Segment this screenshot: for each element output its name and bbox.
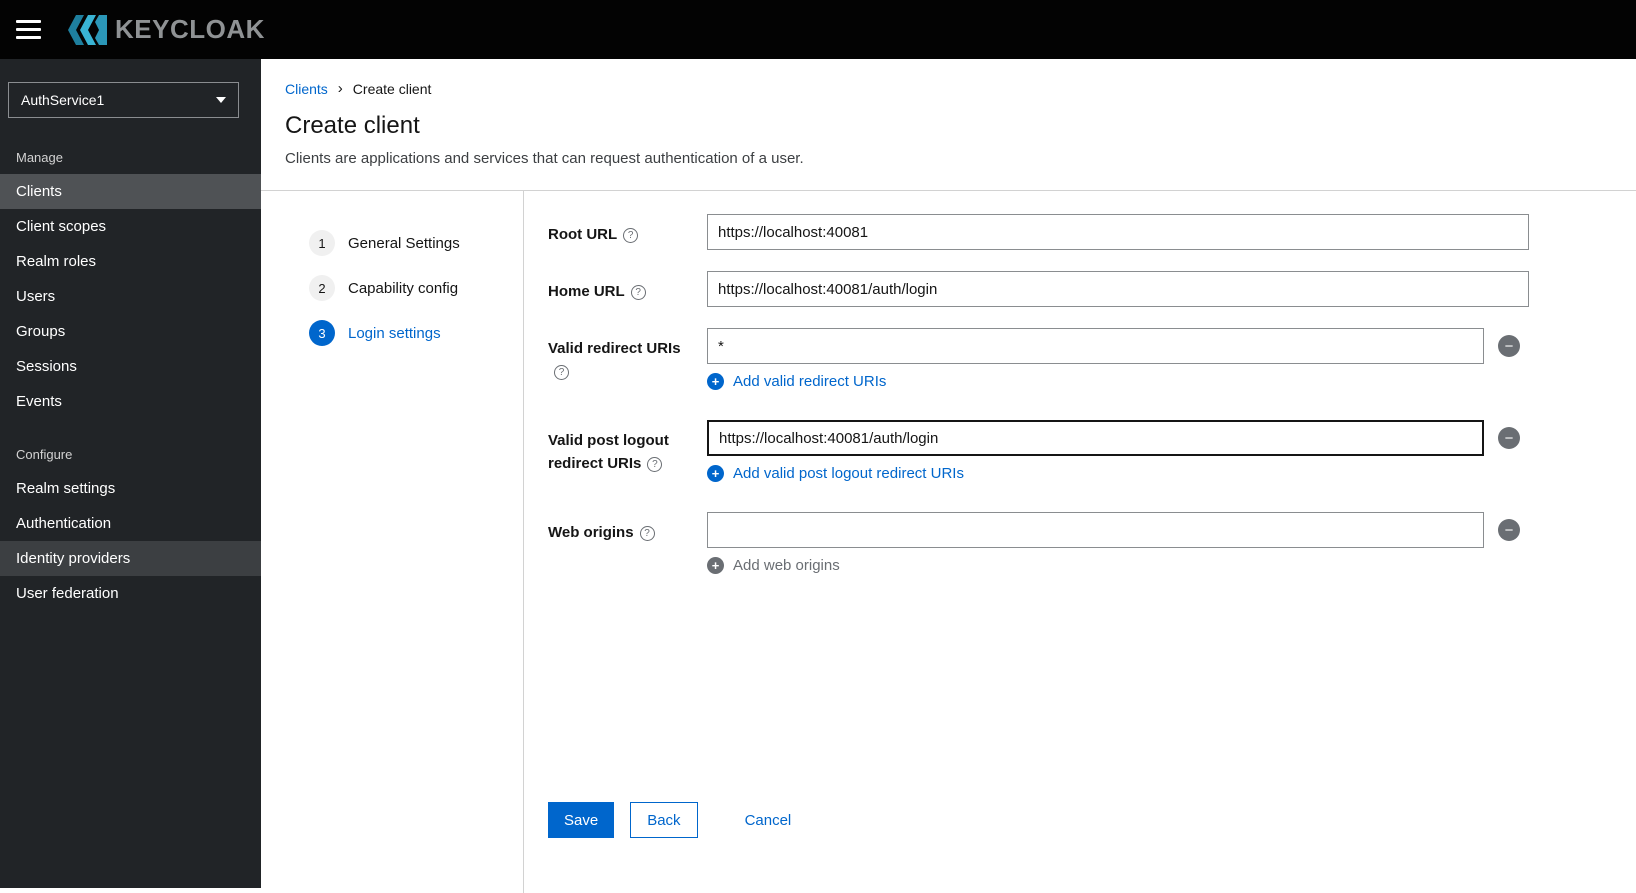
help-icon[interactable]: ? [630, 285, 646, 300]
add-valid-redirect-uris-label: Add valid redirect URIs [733, 373, 887, 390]
field-root-url: Root URL? [548, 214, 1636, 250]
plus-circle-icon: + [707, 373, 724, 390]
main-content: Clients › Create client Create client Cl… [261, 59, 1636, 893]
valid-redirect-uris-control: − + Add valid redirect URIs [707, 328, 1636, 391]
masthead: KEYCLOAK [0, 0, 1636, 59]
realm-selector[interactable]: AuthService1 [8, 82, 239, 118]
breadcrumb-clients-link[interactable]: Clients [285, 81, 328, 97]
redirect-uri-row: − [707, 328, 1636, 364]
brand-text: KEYCLOAK [115, 14, 265, 44]
sidebar-item-user-federation[interactable]: User federation [0, 576, 261, 611]
nav-section-title-configure: Configure [16, 447, 73, 462]
minus-icon: − [1504, 337, 1514, 355]
field-valid-redirect-uris: Valid redirect URIs? − + Add valid redir… [548, 328, 1636, 391]
sidebar-item-identity-providers[interactable]: Identity providers [0, 541, 261, 576]
web-origins-label-text: Web origins [548, 524, 634, 541]
save-button[interactable]: Save [548, 802, 615, 838]
wizard-step-capability-config[interactable]: 2 Capability config [261, 269, 523, 307]
step-number-3: 3 [309, 320, 335, 346]
keycloak-brand: KEYCLOAK [65, 12, 265, 48]
field-valid-post-logout-redirect-uris: Valid post logout redirect URIs? − + Add… [548, 420, 1636, 483]
sidebar-item-users[interactable]: Users [0, 279, 261, 314]
home-url-input[interactable] [707, 271, 1529, 307]
valid-post-logout-label: Valid post logout redirect URIs? [548, 420, 707, 483]
create-client-wizard: 1 General Settings 2 Capability config 3… [261, 191, 1636, 893]
valid-redirect-uri-input[interactable] [707, 328, 1484, 364]
web-origins-label: Web origins? [548, 512, 707, 575]
remove-redirect-uri-button[interactable]: − [1498, 335, 1520, 357]
login-settings-form: Root URL? Home URL? Valid redirect URIs? [524, 191, 1636, 893]
minus-icon: − [1504, 429, 1514, 447]
page-subtitle: Clients are applications and services th… [285, 150, 804, 167]
step-number-1: 1 [309, 230, 335, 256]
nav-section-manage: Manage Clients Client scopes Realm roles… [0, 150, 261, 419]
web-origins-input[interactable] [707, 512, 1484, 548]
remove-web-origin-button[interactable]: − [1498, 519, 1520, 541]
step-label-login-settings: Login settings [348, 324, 441, 342]
plus-circle-icon: + [707, 557, 724, 574]
add-valid-post-logout-uris-label: Add valid post logout redirect URIs [733, 465, 964, 482]
web-origin-row: − [707, 512, 1636, 548]
sidebar-item-realm-roles[interactable]: Realm roles [0, 244, 261, 279]
sidebar-item-clients[interactable]: Clients [0, 174, 261, 209]
valid-redirect-uris-label-text: Valid redirect URIs [548, 340, 681, 357]
field-home-url: Home URL? [548, 271, 1636, 307]
help-icon[interactable]: ? [554, 364, 569, 380]
help-icon[interactable]: ? [623, 228, 639, 243]
nav-section-configure: Configure Realm settings Authentication … [0, 447, 261, 611]
home-url-control [707, 271, 1636, 307]
hamburger-menu-icon[interactable] [16, 20, 41, 39]
help-icon[interactable]: ? [639, 526, 655, 541]
wizard-step-general-settings[interactable]: 1 General Settings [261, 224, 523, 262]
add-valid-redirect-uris-link[interactable]: + Add valid redirect URIs [707, 373, 886, 390]
sidebar-item-events[interactable]: Events [0, 384, 261, 419]
sidebar-nav: Manage Clients Client scopes Realm roles… [0, 150, 261, 611]
back-button[interactable]: Back [630, 802, 698, 838]
help-icon[interactable]: ? [647, 456, 663, 472]
nav-section-title-manage: Manage [16, 150, 63, 165]
realm-selector-value: AuthService1 [21, 92, 105, 108]
breadcrumb: Clients › Create client [261, 59, 1636, 97]
post-logout-uri-row: − [707, 420, 1636, 456]
chevron-down-icon [216, 97, 226, 103]
breadcrumb-current: Create client [352, 80, 432, 97]
page-title: Create client [285, 112, 420, 139]
sidebar: AuthService1 Manage Clients Client scope… [0, 59, 261, 888]
valid-post-logout-control: − + Add valid post logout redirect URIs [707, 420, 1636, 483]
home-url-label: Home URL? [548, 271, 707, 307]
add-valid-post-logout-uris-link[interactable]: + Add valid post logout redirect URIs [707, 465, 964, 482]
keycloak-logo-icon [65, 12, 111, 48]
root-url-label: Root URL? [548, 214, 707, 250]
step-number-2: 2 [309, 275, 335, 301]
sidebar-item-authentication[interactable]: Authentication [0, 506, 261, 541]
sidebar-item-realm-settings[interactable]: Realm settings [0, 471, 261, 506]
valid-redirect-uris-label: Valid redirect URIs? [548, 328, 707, 391]
cancel-button[interactable]: Cancel [729, 802, 808, 838]
wizard-step-login-settings[interactable]: 3 Login settings [261, 314, 523, 352]
root-url-control [707, 214, 1636, 250]
form-actions: Save Back Cancel [548, 802, 807, 838]
root-url-label-text: Root URL [548, 226, 618, 243]
sidebar-item-sessions[interactable]: Sessions [0, 349, 261, 384]
plus-circle-icon: + [707, 465, 724, 482]
sidebar-item-groups[interactable]: Groups [0, 314, 261, 349]
step-label-general-settings: General Settings [348, 234, 460, 252]
field-web-origins: Web origins? − + Add web origins [548, 512, 1636, 575]
minus-icon: − [1504, 521, 1514, 539]
home-url-label-text: Home URL [548, 283, 625, 300]
valid-post-logout-uri-input[interactable] [707, 420, 1484, 456]
add-web-origins-label: Add web origins [733, 557, 840, 574]
breadcrumb-separator-icon: › [337, 80, 343, 97]
web-origins-control: − + Add web origins [707, 512, 1636, 575]
wizard-nav: 1 General Settings 2 Capability config 3… [261, 191, 523, 893]
root-url-input[interactable] [707, 214, 1529, 250]
step-label-capability-config: Capability config [348, 279, 459, 297]
add-web-origins-link[interactable]: + Add web origins [707, 557, 840, 574]
remove-post-logout-uri-button[interactable]: − [1498, 427, 1520, 449]
sidebar-item-client-scopes[interactable]: Client scopes [0, 209, 261, 244]
